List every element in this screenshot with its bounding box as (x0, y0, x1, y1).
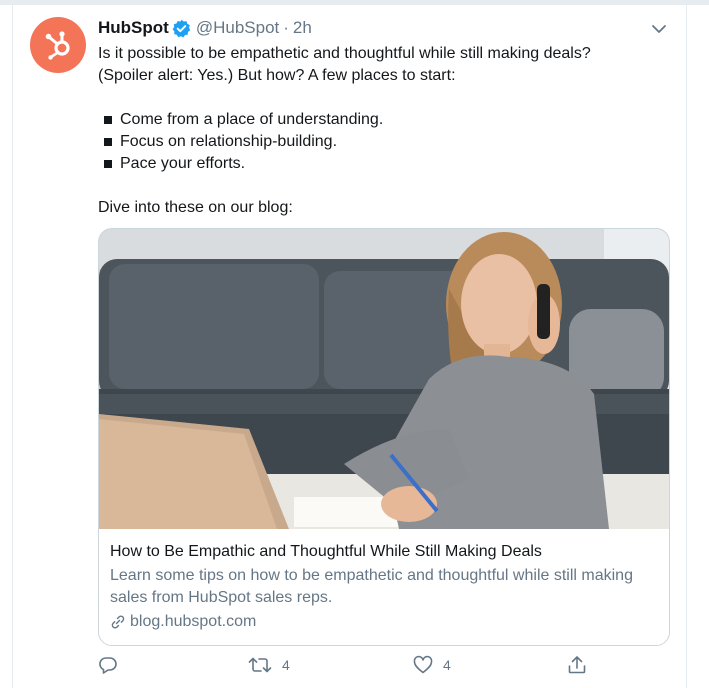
card-domain[interactable]: blog.hubspot.com (110, 611, 660, 633)
bullet-square-icon (104, 160, 112, 168)
tweet-actions: 4 4 (98, 655, 658, 679)
tweet-text: Is it possible to be empathetic and thou… (98, 43, 638, 219)
list-item-text: Come from a place of understanding. (120, 111, 384, 128)
chevron-down-icon[interactable] (649, 19, 669, 39)
timestamp[interactable]: 2h (293, 18, 312, 38)
list-item-text: Pace your efforts. (120, 155, 246, 172)
link-icon (111, 615, 125, 629)
share-icon (568, 656, 586, 674)
retweet-button[interactable]: 4 (248, 655, 290, 675)
tweet-text-outro: Dive into these on our blog: (98, 199, 293, 216)
author-handle[interactable]: @HubSpot (196, 18, 279, 38)
verified-badge-icon (172, 19, 191, 38)
card-description: Learn some tips on how to be empathetic … (110, 567, 633, 606)
tweet-header: HubSpot @HubSpot · 2h (98, 17, 312, 39)
hubspot-logo-icon (45, 31, 70, 60)
author-name[interactable]: HubSpot (98, 18, 169, 38)
card-domain-text: blog.hubspot.com (130, 613, 257, 630)
bullet-square-icon (104, 138, 112, 146)
list-item: Focus on relationship-building. (98, 131, 638, 153)
bullet-square-icon (104, 116, 112, 124)
like-count: 4 (443, 657, 451, 673)
card-title[interactable]: How to Be Empathic and Thoughtful While … (110, 541, 660, 563)
share-button[interactable] (567, 655, 587, 675)
link-card[interactable]: How to Be Empathic and Thoughtful While … (98, 228, 670, 646)
tweet-text-line: Is it possible to be empathetic and thou… (98, 45, 591, 62)
card-text[interactable]: How to Be Empathic and Thoughtful While … (110, 541, 660, 633)
list-item: Pace your efforts. (98, 153, 638, 175)
like-button[interactable]: 4 (413, 655, 451, 675)
list-item-text: Focus on relationship-building. (120, 133, 338, 150)
retweet-icon (248, 657, 272, 673)
separator-dot: · (283, 18, 289, 37)
list-item: Come from a place of understanding. (98, 109, 638, 131)
reply-button[interactable] (98, 655, 118, 675)
like-icon (413, 655, 433, 674)
tweet[interactable]: HubSpot @HubSpot · 2h Is it possible to … (12, 5, 687, 688)
retweet-count: 4 (282, 657, 290, 673)
avatar[interactable] (30, 17, 86, 73)
reply-icon (99, 657, 117, 674)
card-image[interactable] (99, 229, 669, 529)
tweet-text-line: (Spoiler alert: Yes.) But how? A few pla… (98, 67, 456, 84)
